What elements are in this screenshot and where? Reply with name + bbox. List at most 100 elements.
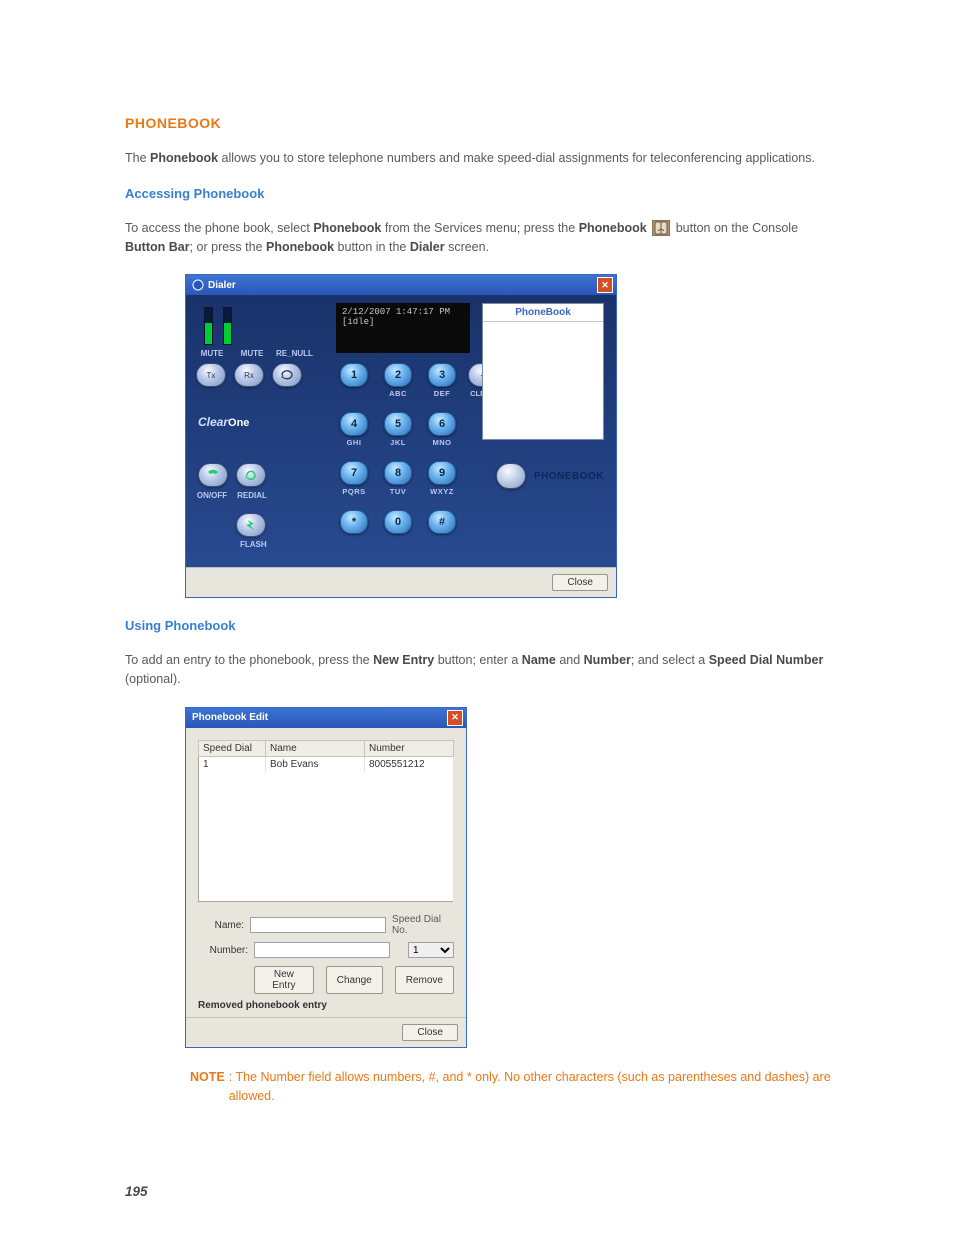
key-5[interactable]: 5 [384, 412, 412, 436]
table-empty [199, 772, 454, 902]
close-button[interactable]: Close [402, 1024, 458, 1041]
level-meters [204, 307, 232, 345]
key-label: MNO [433, 438, 452, 447]
renull-label: RE_NULL [276, 349, 308, 358]
text: ; and select a [631, 653, 709, 667]
brand-logo: ClearOne [198, 415, 249, 429]
key-8[interactable]: 8 [384, 461, 412, 485]
flash-label: FLASH [240, 540, 267, 549]
dialer-window: Dialer ✕ MUTE MUTE RE_NULL Tx Rx [185, 274, 617, 598]
tx-mute-button[interactable]: Tx [196, 363, 226, 387]
key-0[interactable]: 0 [384, 510, 412, 534]
note-text: : The Number field allows numbers, #, an… [229, 1068, 834, 1106]
key-6[interactable]: 6 [428, 412, 456, 436]
key-9[interactable]: 9 [428, 461, 456, 485]
text-bold: New Entry [373, 653, 434, 667]
text-bold: Phonebook [313, 221, 381, 235]
table-row[interactable]: 1 Bob Evans 8005551212 [199, 756, 454, 772]
name-input[interactable] [250, 917, 386, 933]
renull-button[interactable] [272, 363, 302, 387]
note: NOTE : The Number field allows numbers, … [190, 1068, 834, 1106]
display-time: 2/12/2007 1:47:17 PM [342, 307, 464, 317]
text-bold: Name [522, 653, 556, 667]
dialer-title: Dialer [208, 280, 236, 291]
flash-button[interactable] [236, 513, 266, 537]
display-status: [idle] [342, 317, 464, 327]
remove-button[interactable]: Remove [395, 966, 454, 994]
text: To access the phone book, select [125, 221, 313, 235]
table-header-row: Speed Dial Name Number [199, 740, 454, 756]
new-entry-button[interactable]: New Entry [254, 966, 314, 994]
cell-number: 8005551212 [365, 756, 454, 772]
key-1[interactable]: 1 [340, 363, 368, 387]
key-label: GHI [347, 438, 362, 447]
key-label: TUV [390, 487, 407, 496]
subheading-using: Using Phonebook [125, 618, 834, 633]
cell-name: Bob Evans [266, 756, 365, 772]
phonebook-panel: PhoneBook [482, 303, 604, 440]
flash-icon [245, 519, 257, 531]
text: and [556, 653, 584, 667]
text-bold: Button Bar [125, 240, 190, 254]
phonebook-edit-title: Phonebook Edit [192, 712, 268, 723]
close-icon[interactable]: ✕ [597, 277, 613, 293]
redial-label: REDIAL [236, 491, 268, 500]
col-name[interactable]: Name [266, 740, 365, 756]
phonebook-toolbar-icon [652, 220, 670, 236]
brand-text: Clear [198, 415, 228, 429]
cell-speed-dial: 1 [199, 756, 266, 772]
text-bold: Dialer [410, 240, 445, 254]
dialer-titlebar: Dialer ✕ [186, 275, 616, 295]
redial-button[interactable] [236, 463, 266, 487]
key-7[interactable]: 7 [340, 461, 368, 485]
page-number: 195 [125, 1184, 148, 1199]
text: To add an entry to the phonebook, press … [125, 653, 373, 667]
dialer-display: 2/12/2007 1:47:17 PM [idle] [336, 303, 470, 353]
text: button; enter a [434, 653, 522, 667]
text: button on the Console [676, 221, 798, 235]
key-label: PQRS [342, 487, 365, 496]
key-3[interactable]: 3 [428, 363, 456, 387]
key-label: JKL [390, 438, 406, 447]
status-text: Removed phonebook entry [198, 1000, 454, 1011]
key-star[interactable]: * [340, 510, 368, 534]
onoff-label: ON/OFF [196, 491, 228, 500]
renull-icon [280, 370, 294, 380]
key-label: WXYZ [430, 487, 454, 496]
text-bold: Phonebook [150, 151, 218, 165]
rx-mute-button[interactable]: Rx [234, 363, 264, 387]
using-paragraph: To add an entry to the phonebook, press … [125, 651, 834, 689]
phonebook-button-label: PHONEBOOK [534, 471, 604, 482]
speed-dial-select[interactable]: 1 [408, 942, 454, 958]
onoff-button[interactable] [198, 463, 228, 487]
close-icon[interactable]: ✕ [447, 710, 463, 726]
phone-icon [206, 469, 220, 481]
note-label: NOTE [190, 1068, 225, 1106]
subheading-accessing: Accessing Phonebook [125, 186, 834, 201]
change-button[interactable]: Change [326, 966, 383, 994]
text: (optional). [125, 672, 181, 686]
phonebook-table: Speed Dial Name Number 1 Bob Evans 80055… [198, 740, 454, 903]
number-input[interactable] [254, 942, 390, 958]
name-label: Name: [198, 920, 244, 931]
key-hash[interactable]: # [428, 510, 456, 534]
section-title: PHONEBOOK [125, 115, 834, 131]
redial-icon [244, 469, 258, 481]
phonebook-edit-titlebar: Phonebook Edit ✕ [186, 708, 466, 728]
key-4[interactable]: 4 [340, 412, 368, 436]
col-number[interactable]: Number [365, 740, 454, 756]
access-paragraph: To access the phone book, select Phonebo… [125, 219, 834, 257]
text: The [125, 151, 150, 165]
key-label: DEF [434, 389, 451, 398]
number-label: Number: [198, 945, 248, 956]
phonebook-edit-window: Phonebook Edit ✕ Speed Dial Name Number … [185, 707, 467, 1049]
text-bold: Phonebook [579, 221, 647, 235]
text: ; or press the [190, 240, 266, 254]
keypad: 1 2ABC 3DEF 4GHI 5JKL 6MNO 7PQRS 8TUV 9W… [336, 363, 460, 536]
col-speed-dial[interactable]: Speed Dial [199, 740, 266, 756]
text: allows you to store telephone numbers an… [218, 151, 815, 165]
close-button[interactable]: Close [552, 574, 608, 591]
phonebook-button[interactable] [496, 463, 526, 489]
key-2[interactable]: 2 [384, 363, 412, 387]
text-bold: Phonebook [266, 240, 334, 254]
